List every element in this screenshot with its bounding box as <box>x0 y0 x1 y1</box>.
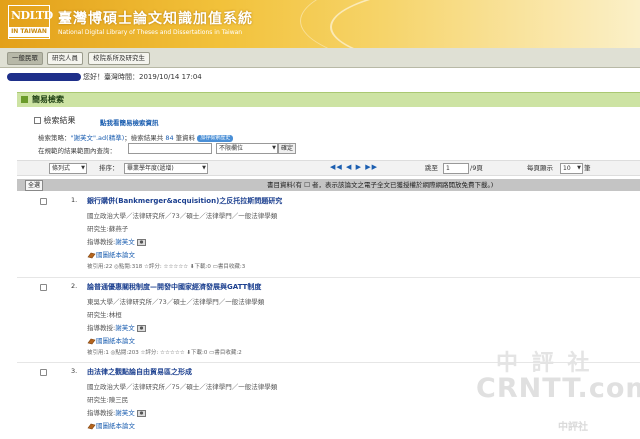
record-paper-copy[interactable]: 國圖紙本論文 <box>87 335 135 345</box>
requery-input[interactable] <box>128 143 212 154</box>
record-advisor: 指導教授:謝芙文 <box>87 322 146 332</box>
panel-title: 簡易檢索 <box>32 95 64 104</box>
view-mode-select[interactable]: 條列式 ▼ <box>49 163 87 174</box>
record-student: 研究生:林桓 <box>87 311 122 319</box>
record-checkbox[interactable] <box>40 284 47 291</box>
record-school: 國立政治大學／法律研究所／75／碩士／法律學門／一般法律學類 <box>87 383 278 391</box>
per-page-unit: 筆 <box>584 164 591 172</box>
save-history-button[interactable]: 加存檢索歷史 <box>197 134 234 142</box>
record-student: 研究生:蘇燕子 <box>87 225 129 233</box>
simple-search-info-link[interactable]: 點我看簡易檢索資訊 <box>100 117 159 127</box>
view-mode-value: 條列式 <box>52 165 71 172</box>
sort-label: 排序： <box>99 164 119 172</box>
record-number: 1. <box>71 196 78 204</box>
requery-field-select[interactable]: 不限欄位 ▼ <box>216 143 278 154</box>
goto-label: 跳至 <box>425 164 438 172</box>
logo-text-bottom: IN TAIWAN <box>9 27 49 37</box>
paper-copy-link[interactable]: 國圖紙本論文 <box>96 337 135 345</box>
record-school: 國立政治大學／法律研究所／73／碩士／法律學門／一般法律學類 <box>87 212 278 220</box>
results-checkbox-icon <box>34 117 41 124</box>
strategy-count-prefix: ；檢索結果共 <box>124 134 164 142</box>
per-page-label: 每頁顯示 <box>527 164 553 172</box>
record-stats: 被引用:1 ◎點閱:203 ☆評分: ☆☆☆☆☆ ⬇下載:0 ▭書目收藏:2 <box>87 350 242 356</box>
welcome-text: 您好！臺灣時間：2019/10/14 17:04 <box>83 73 202 81</box>
advisor-link[interactable]: 謝芙文 <box>115 324 135 332</box>
record-checkbox[interactable] <box>40 369 47 376</box>
chevron-down-icon: ▼ <box>202 165 206 171</box>
record-paper-copy[interactable]: 國圖紙本論文 <box>87 249 135 259</box>
record-paper-copy[interactable]: 國圖紙本論文 <box>87 420 135 430</box>
advisor-link[interactable]: 謝芙文 <box>115 238 135 246</box>
advisor-link[interactable]: 謝芙文 <box>115 409 135 417</box>
per-page-value: 10 <box>563 165 571 172</box>
record-title-link[interactable]: 論普通優惠關稅制度—開發中國家經濟發展與GATT制度 <box>87 282 261 292</box>
per-page-select[interactable]: 10 ▼ <box>560 163 583 174</box>
record-advisor: 指導教授:謝芙文 <box>87 407 146 417</box>
sort-select[interactable]: 畢業學年度(遞增) ▼ <box>124 163 208 174</box>
record-number: 3. <box>71 367 78 375</box>
role-navbar: 一般民眾 研究人員 校院系所及研究生 <box>0 48 640 68</box>
welcome-bar: 您好！臺灣時間：2019/10/14 17:04 <box>7 70 640 84</box>
book-icon <box>87 252 96 258</box>
nav-general-public[interactable]: 一般民眾 <box>7 52 43 65</box>
strategy-label: 檢索策略： <box>38 134 71 142</box>
results-toolbar: 條列式 ▼ 排序： 畢業學年度(遞增) ▼ ◀◀ ◀ ▶ ▶▶ 跳至 1 /9頁 每… <box>17 160 640 176</box>
watermark-crntt: CRNTT.com <box>476 373 640 404</box>
results-heading-text: 檢索結果 <box>43 116 76 125</box>
strategy-query-link[interactable]: "謝芙文".ad(精準) <box>71 134 125 142</box>
banner-decoration <box>330 0 640 48</box>
goto-page-input[interactable]: 1 <box>443 163 469 174</box>
chevron-down-icon: ▼ <box>81 165 85 171</box>
paper-copy-link[interactable]: 國圖紙本論文 <box>96 422 135 430</box>
record-advisor: 指導教授:謝芙文 <box>87 236 146 246</box>
record-divider <box>17 277 640 278</box>
advisor-label: 指導教授: <box>87 324 116 332</box>
results-column-header: 全選 書目資料(有 ☐ 者，表示該論文之電子全文已獲授權於網際網路開放免費下載。… <box>17 179 640 191</box>
search-strategy: 檢索策略："謝芙文".ad(精準)；檢索結果共 84 筆資料 加存檢索歷史 <box>38 132 234 142</box>
site-subtitle: National Digital Library of Theses and D… <box>58 29 243 36</box>
requery-field-value: 不限欄位 <box>219 145 244 152</box>
record-number: 2. <box>71 282 78 290</box>
logo-text-top: NDLTD <box>11 9 53 22</box>
advisor-info-icon[interactable] <box>136 409 146 417</box>
book-icon <box>87 338 96 344</box>
advisor-info-icon[interactable] <box>136 324 146 332</box>
nav-researcher[interactable]: 研究人員 <box>47 52 83 65</box>
panel-bullet-icon <box>21 96 28 103</box>
chevron-down-icon: ▼ <box>272 145 276 151</box>
select-all-button[interactable]: 全選 <box>25 180 44 191</box>
record-stats: 被引用:22 ◎點閱:318 ☆評分: ☆☆☆☆☆ ⬇下載:0 ▭書目收藏:3 <box>87 264 246 270</box>
sort-value: 畢業學年度(遞增) <box>127 165 174 172</box>
paper-copy-link[interactable]: 國圖紙本論文 <box>96 251 135 259</box>
book-icon <box>87 423 96 429</box>
record-checkbox[interactable] <box>40 198 47 205</box>
record-title-link[interactable]: 銀行購併(Bankmerger&acquisition)之反托拉斯問題研究 <box>87 196 282 206</box>
total-pages: /9頁 <box>470 164 483 172</box>
watermark-small: 中評社 <box>558 422 588 433</box>
requery-label: 在規範的結果範圍內查詢： <box>38 147 116 155</box>
site-title: 臺灣博碩士論文知識加值系統 <box>58 11 253 27</box>
results-heading: 檢索結果 <box>34 115 76 126</box>
chevron-down-icon: ▼ <box>577 165 581 171</box>
site-banner: NDLTD IN TAIWAN 臺灣博碩士論文知識加值系統 National D… <box>0 0 640 48</box>
simple-search-panel-header: 簡易檢索 <box>17 92 640 107</box>
record-title-link[interactable]: 由法律之觀點論自由貿易區之形成 <box>87 367 192 377</box>
pager-controls[interactable]: ◀◀ ◀ ▶ ▶▶ <box>330 163 378 171</box>
nav-school-department[interactable]: 校院系所及研究生 <box>88 52 150 65</box>
record-student: 研究生:陳三民 <box>87 396 129 404</box>
record-school: 東吳大學／法律研究所／73／碩士／法律學門／一般法律學類 <box>87 298 265 306</box>
requery-confirm-button[interactable]: 確定 <box>278 143 297 154</box>
redacted-username <box>7 73 81 81</box>
advisor-label: 指導教授: <box>87 238 116 246</box>
advisor-info-icon[interactable] <box>136 238 146 246</box>
advisor-label: 指導教授: <box>87 409 116 417</box>
column-header-text: 書目資料(有 ☐ 者，表示該論文之電子全文已獲授權於網際網路開放免費下載。) <box>267 181 494 189</box>
result-count: 84 <box>165 134 174 142</box>
ndltd-logo[interactable]: NDLTD IN TAIWAN <box>8 5 53 39</box>
strategy-count-suffix: 筆資料 <box>175 134 196 142</box>
